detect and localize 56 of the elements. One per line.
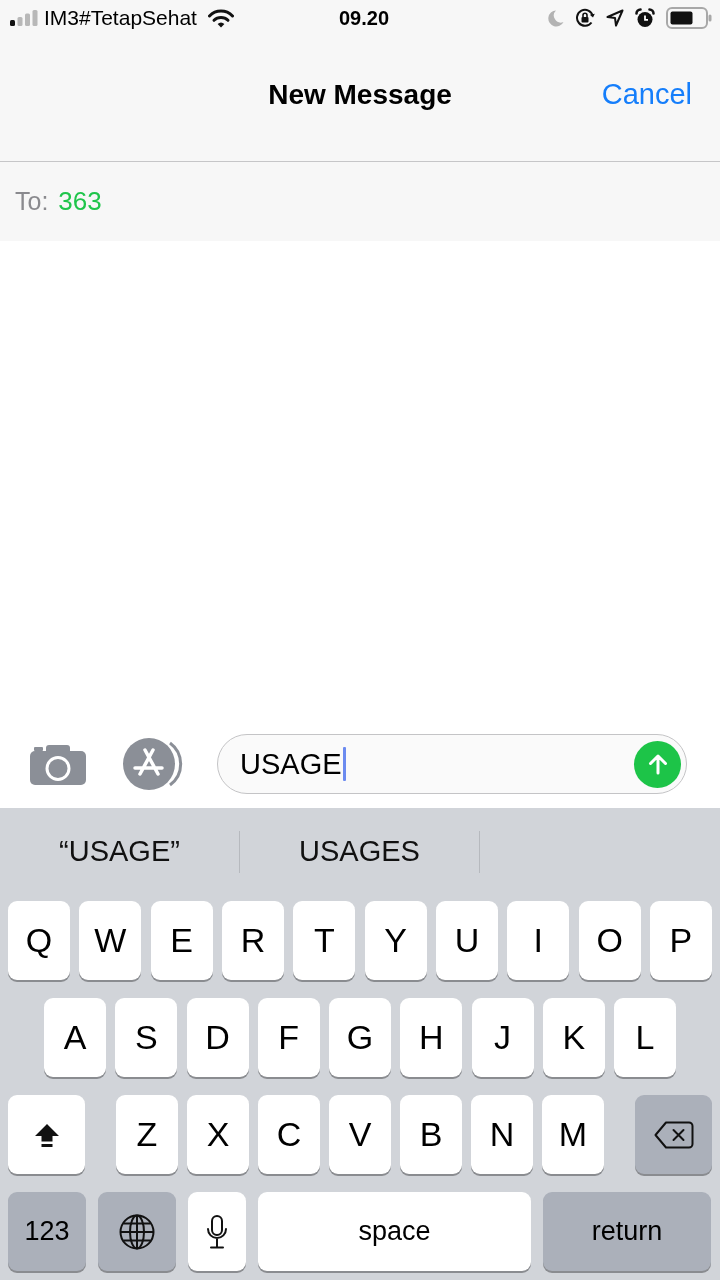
keyboard-key[interactable]: W (79, 901, 142, 980)
microphone-key[interactable] (188, 1192, 246, 1271)
suggestion[interactable]: “USAGE” (59, 835, 180, 868)
numbers-key[interactable]: 123 (8, 1192, 86, 1271)
keyboard-key[interactable]: V (329, 1095, 391, 1174)
keyboard-key[interactable]: Z (116, 1095, 178, 1174)
delete-key[interactable] (635, 1095, 712, 1174)
keyboard-key[interactable]: F (257, 998, 320, 1077)
keyboard-key[interactable]: Q (8, 901, 70, 980)
keyboard-key[interactable]: O (578, 901, 641, 980)
moon-icon (548, 9, 564, 27)
keyboard-key[interactable]: Y (364, 901, 427, 980)
up-arrow-icon (646, 753, 669, 775)
keyboard-key[interactable]: L (614, 998, 676, 1077)
wifi-icon (207, 8, 234, 28)
keyboard-key[interactable]: R (222, 901, 284, 980)
apps-icon[interactable] (122, 738, 184, 790)
keyboard-key[interactable]: J (471, 998, 534, 1077)
keyboard-key[interactable]: H (400, 998, 463, 1077)
keyboard-key[interactable]: M (542, 1095, 604, 1174)
alarm-clock-icon (635, 8, 655, 28)
battery-icon (666, 7, 712, 29)
rotation-lock-icon (575, 8, 595, 28)
recipient-label: To: (15, 187, 49, 216)
keyboard-key[interactable]: K (542, 998, 605, 1077)
carrier-name: IM3#TetapSehat (44, 6, 197, 30)
keyboard-key[interactable]: X (187, 1095, 249, 1174)
microphone-icon (206, 1214, 228, 1249)
keyboard-key[interactable]: S (115, 998, 178, 1077)
text-cursor-icon (342, 747, 346, 781)
keyboard-key[interactable]: B (400, 1095, 462, 1174)
keyboard-key[interactable]: U (435, 901, 498, 980)
status-time: 09.20 (337, 6, 390, 30)
camera-icon[interactable] (30, 743, 86, 785)
keyboard-key[interactable]: G (329, 998, 391, 1077)
keyboard-key[interactable]: C (258, 1095, 320, 1174)
signal-bars-icon (10, 10, 38, 26)
message-field[interactable]: USAGE (217, 734, 687, 794)
keyboard-key[interactable]: P (649, 901, 712, 980)
globe-key[interactable] (98, 1192, 176, 1271)
return-key[interactable]: return (543, 1192, 711, 1271)
keyboard-key[interactable]: E (150, 901, 213, 980)
shift-arrow-icon (33, 1121, 60, 1148)
suggestion[interactable]: USAGES (299, 835, 420, 868)
shift-key[interactable] (8, 1095, 85, 1174)
cancel-button[interactable]: Cancel (601, 78, 692, 111)
keyboard-key[interactable]: I (507, 901, 570, 980)
space-key[interactable]: space (258, 1192, 531, 1271)
keyboard-key[interactable]: N (471, 1095, 533, 1174)
keyboard-key[interactable]: T (293, 901, 356, 980)
location-arrow-icon (606, 9, 624, 27)
keyboard-key[interactable]: A (44, 998, 106, 1077)
screen-title: New Message (268, 78, 452, 111)
globe-icon (119, 1213, 155, 1250)
keyboard-key[interactable]: D (186, 998, 249, 1077)
backspace-icon (653, 1120, 694, 1149)
